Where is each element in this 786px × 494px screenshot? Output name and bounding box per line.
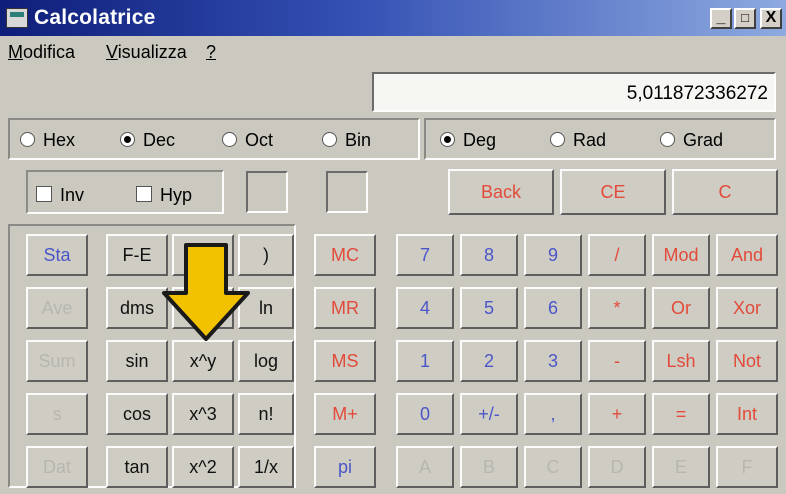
title-bar: Calcolatrice _ □ X — [0, 0, 786, 36]
negate-button[interactable]: +/- — [460, 393, 518, 435]
xor-button[interactable]: Xor — [716, 287, 778, 329]
or-button[interactable]: Or — [652, 287, 710, 329]
sin-button[interactable]: sin — [106, 340, 168, 382]
result-display: 5,011872336272 — [372, 72, 776, 112]
m-plus-button[interactable]: M+ — [314, 393, 376, 435]
add-button[interactable]: + — [588, 393, 646, 435]
hex-d-button[interactable]: D — [588, 446, 646, 488]
number-base-group: Hex Dec Oct Bin — [8, 118, 420, 160]
not-button[interactable]: Not — [716, 340, 778, 382]
calculator-app-icon — [6, 8, 28, 28]
int-button[interactable]: Int — [716, 393, 778, 435]
radio-dot — [20, 131, 35, 147]
annotation-arrow-icon — [162, 243, 250, 341]
radio-grad[interactable]: Grad — [660, 130, 723, 151]
radio-dot — [660, 131, 675, 147]
menu-help[interactable]: ? — [206, 42, 216, 63]
radio-dot — [120, 131, 135, 147]
lsh-button[interactable]: Lsh — [652, 340, 710, 382]
radio-dot — [322, 131, 337, 147]
radio-oct[interactable]: Oct — [222, 130, 273, 151]
hex-e-button[interactable]: E — [652, 446, 710, 488]
radio-dec[interactable]: Dec — [120, 130, 175, 151]
ce-button[interactable]: CE — [560, 169, 666, 215]
reciprocal-button[interactable]: 1/x — [238, 446, 294, 488]
radio-dot — [440, 131, 455, 147]
multiply-button[interactable]: * — [588, 287, 646, 329]
equals-button[interactable]: = — [652, 393, 710, 435]
hex-f-button[interactable]: F — [716, 446, 778, 488]
digit-4-button[interactable]: 4 — [396, 287, 454, 329]
x-cube-button[interactable]: x^3 — [172, 393, 234, 435]
decimal-button[interactable]: , — [524, 393, 582, 435]
radio-dot — [222, 131, 237, 147]
calculator-window: Calcolatrice _ □ X Modifica Visualizza ?… — [0, 0, 786, 494]
hex-b-button[interactable]: B — [460, 446, 518, 488]
radio-deg[interactable]: Deg — [440, 130, 496, 151]
subtract-button[interactable]: - — [588, 340, 646, 382]
display-value: 5,011872336272 — [626, 83, 768, 104]
ave-button[interactable]: Ave — [26, 287, 88, 329]
digit-1-button[interactable]: 1 — [396, 340, 454, 382]
dms-button[interactable]: dms — [106, 287, 168, 329]
digit-6-button[interactable]: 6 — [524, 287, 582, 329]
divide-button[interactable]: / — [588, 234, 646, 276]
radio-bin[interactable]: Bin — [322, 130, 371, 151]
close-button[interactable]: X — [760, 8, 782, 29]
parenthesis-indicator — [246, 171, 288, 213]
and-button[interactable]: And — [716, 234, 778, 276]
factorial-button[interactable]: n! — [238, 393, 294, 435]
hex-c-button[interactable]: C — [524, 446, 582, 488]
menu-bar: Modifica Visualizza ? — [0, 36, 786, 68]
digit-5-button[interactable]: 5 — [460, 287, 518, 329]
sum-button[interactable]: Sum — [26, 340, 88, 382]
digit-2-button[interactable]: 2 — [460, 340, 518, 382]
modifier-group: Inv Hyp — [26, 170, 224, 214]
memory-indicator — [326, 171, 368, 213]
x-square-button[interactable]: x^2 — [172, 446, 234, 488]
log-button[interactable]: log — [238, 340, 294, 382]
checkbox-inv[interactable]: Inv — [36, 185, 84, 206]
menu-modifica[interactable]: Modifica — [8, 42, 75, 63]
dat-button[interactable]: Dat — [26, 446, 88, 488]
window-title: Calcolatrice — [34, 6, 156, 29]
digit-3-button[interactable]: 3 — [524, 340, 582, 382]
radio-rad[interactable]: Rad — [550, 130, 606, 151]
pi-button[interactable]: pi — [314, 446, 376, 488]
ms-button[interactable]: MS — [314, 340, 376, 382]
checkbox-hyp[interactable]: Hyp — [136, 185, 192, 206]
maximize-button[interactable]: □ — [734, 8, 756, 29]
menu-visualizza[interactable]: Visualizza — [106, 42, 187, 63]
fe-button[interactable]: F-E — [106, 234, 168, 276]
cos-button[interactable]: cos — [106, 393, 168, 435]
mc-button[interactable]: MC — [314, 234, 376, 276]
tan-button[interactable]: tan — [106, 446, 168, 488]
digit-0-button[interactable]: 0 — [396, 393, 454, 435]
checkbox-box — [136, 186, 152, 203]
mr-button[interactable]: MR — [314, 287, 376, 329]
digit-9-button[interactable]: 9 — [524, 234, 582, 276]
digit-7-button[interactable]: 7 — [396, 234, 454, 276]
back-button[interactable]: Back — [448, 169, 554, 215]
sta-button[interactable]: Sta — [26, 234, 88, 276]
s-button[interactable]: s — [26, 393, 88, 435]
x-pow-y-button[interactable]: x^y — [172, 340, 234, 382]
angle-unit-group: Deg Rad Grad — [424, 118, 776, 160]
checkbox-box — [36, 186, 52, 203]
minimize-button[interactable]: _ — [710, 8, 732, 29]
clear-button[interactable]: C — [672, 169, 778, 215]
mod-button[interactable]: Mod — [652, 234, 710, 276]
radio-dot — [550, 131, 565, 147]
digit-8-button[interactable]: 8 — [460, 234, 518, 276]
radio-hex[interactable]: Hex — [20, 130, 75, 151]
hex-a-button[interactable]: A — [396, 446, 454, 488]
